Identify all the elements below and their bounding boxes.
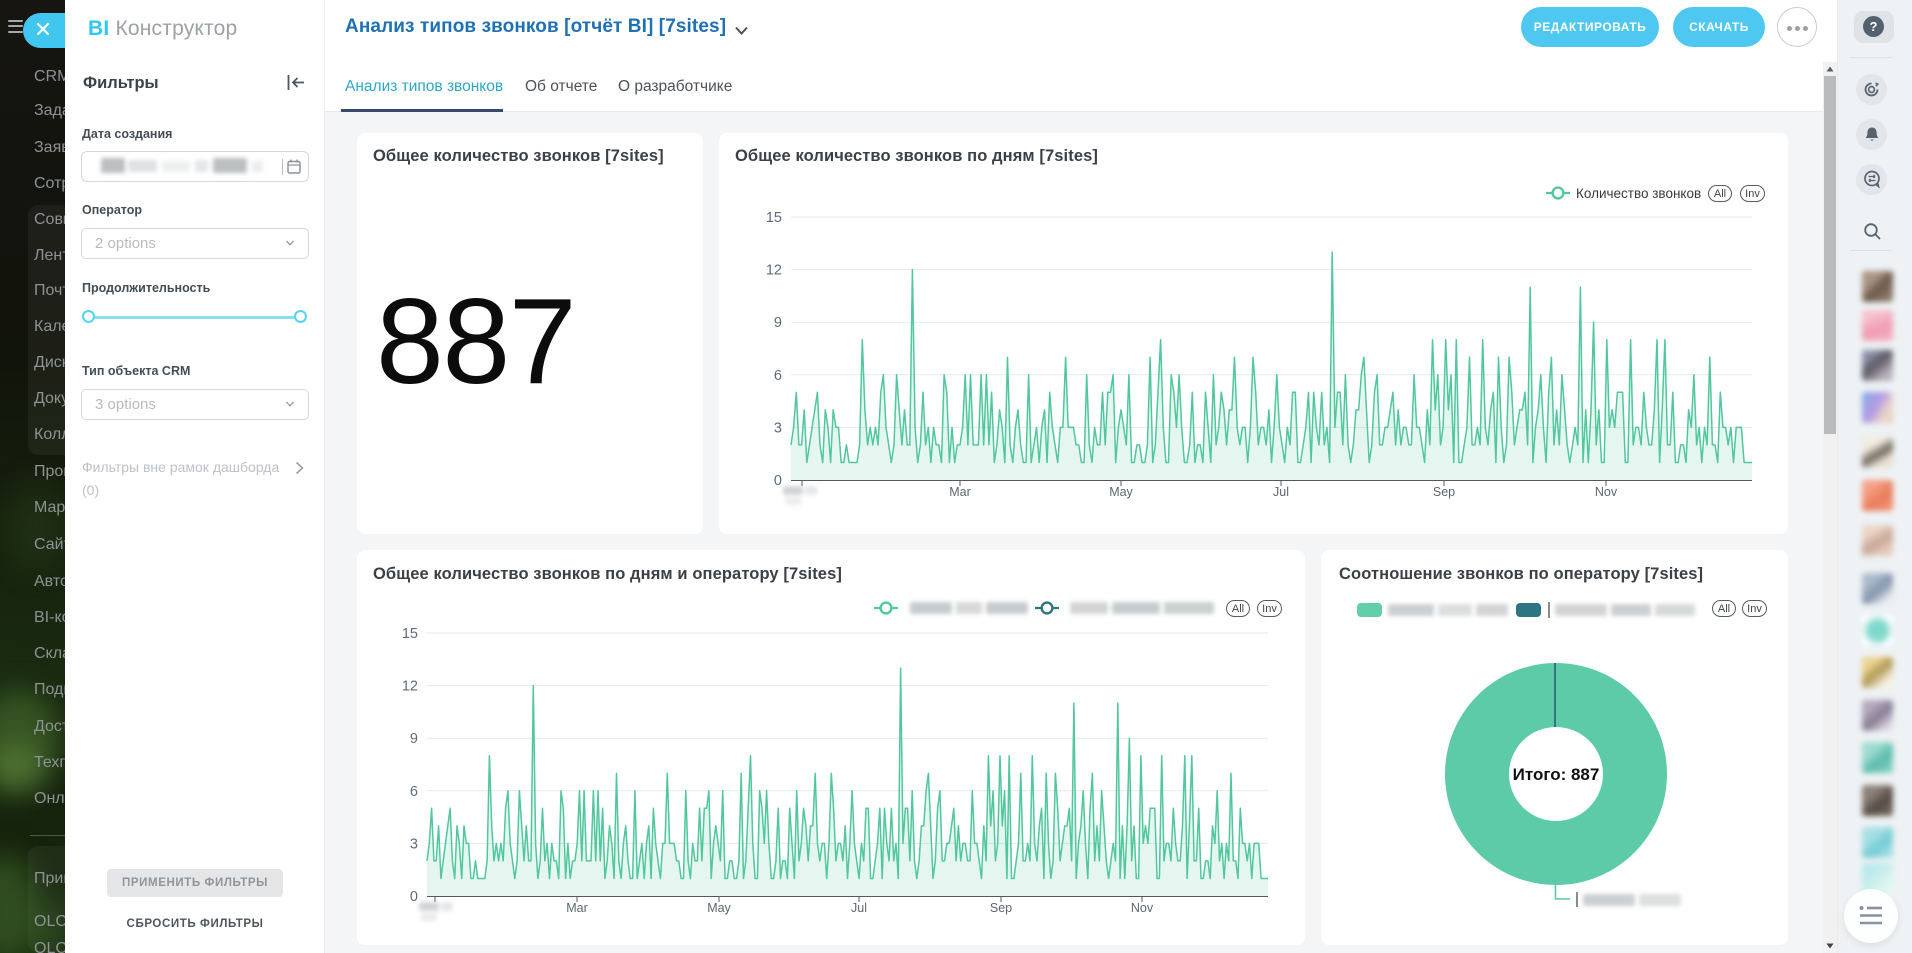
svg-text:Итого: 887: Итого: 887 xyxy=(1513,765,1600,784)
svg-text:0: 0 xyxy=(774,473,782,489)
svg-text:9: 9 xyxy=(410,731,418,747)
svg-text:Mar: Mar xyxy=(566,901,588,915)
svg-text:Количество звонков: Количество звонков xyxy=(1576,186,1701,201)
svg-text:6: 6 xyxy=(410,784,418,800)
svg-text:Jul: Jul xyxy=(1273,485,1289,499)
svg-text:15: 15 xyxy=(766,210,782,226)
svg-text:Nov: Nov xyxy=(1595,485,1618,499)
svg-text:Sep: Sep xyxy=(1433,485,1455,499)
svg-text:0: 0 xyxy=(410,889,418,905)
svg-text:3: 3 xyxy=(774,420,782,436)
svg-text:12: 12 xyxy=(766,263,782,279)
svg-text:May: May xyxy=(1109,485,1133,499)
svg-text:Jul: Jul xyxy=(851,901,867,915)
svg-text:Nov: Nov xyxy=(1131,901,1154,915)
svg-text:9: 9 xyxy=(774,315,782,331)
svg-text:May: May xyxy=(707,901,731,915)
svg-text:Mar: Mar xyxy=(949,485,971,499)
svg-text:6: 6 xyxy=(774,368,782,384)
svg-text:3: 3 xyxy=(410,836,418,852)
svg-text:Sep: Sep xyxy=(990,901,1012,915)
svg-text:15: 15 xyxy=(402,626,418,642)
svg-text:12: 12 xyxy=(402,679,418,695)
